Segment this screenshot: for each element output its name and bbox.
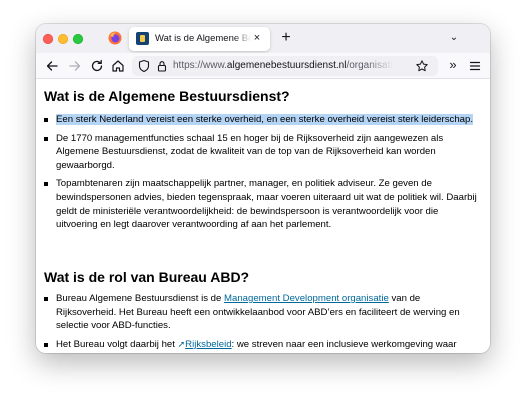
forward-icon[interactable] [67, 58, 83, 74]
list-item-text: Het Bureau volgt daarbij het [56, 338, 178, 350]
list-item: Het Bureau volgt daarbij het ➚Rijksbelei… [36, 338, 490, 353]
overflow-menu-button[interactable]: » [446, 57, 460, 73]
selected-text: Een sterk Nederland vereist een sterke o… [56, 114, 474, 125]
home-icon[interactable] [110, 58, 126, 74]
back-icon[interactable] [44, 58, 60, 74]
close-window-button[interactable] [43, 34, 53, 44]
list-item: Een sterk Nederland vereist een sterke o… [36, 113, 490, 127]
minimize-window-button[interactable] [58, 34, 68, 44]
rijksbeleid-link[interactable]: Rijksbeleid [185, 339, 231, 350]
shield-icon[interactable] [137, 59, 151, 73]
tab-strip: Wat is de Algemene Bestuursdienst × + ⌄ [36, 24, 490, 53]
url-bar[interactable]: https://www.algemenebestuursdienst.nl/or… [132, 56, 438, 76]
tab-active[interactable]: Wat is de Algemene Bestuursdienst × [129, 27, 270, 51]
url-text[interactable]: https://www.algemenebestuursdienst.nl/or… [173, 59, 393, 73]
zoom-window-button[interactable] [73, 34, 83, 44]
lock-icon[interactable] [155, 59, 169, 73]
firefox-icon[interactable] [108, 31, 122, 45]
star-icon[interactable] [415, 59, 429, 73]
list-item: Topambtenaren zijn maatschappelijk partn… [36, 177, 490, 231]
url-scheme: https://www. [173, 60, 227, 71]
list-item: Bureau Algemene Bestuursdienst is de Man… [36, 292, 490, 333]
tab-close-icon[interactable]: × [250, 31, 264, 45]
reload-icon[interactable] [89, 58, 105, 74]
page-content: Wat is de Algemene Bestuursdienst? Een s… [36, 79, 490, 353]
new-tab-button[interactable]: + [277, 29, 295, 47]
hamburger-menu-icon[interactable] [468, 59, 482, 73]
tab-title: Wat is de Algemene Bestuursdienst [155, 33, 251, 44]
navigation-toolbar: https://www.algemenebestuursdienst.nl/or… [36, 53, 490, 79]
url-path: /organisatie/algemene [346, 60, 393, 71]
bureau-bullet-list: Bureau Algemene Bestuursdienst is de Man… [36, 292, 490, 353]
management-development-link[interactable]: Management Development organisatie [224, 293, 389, 304]
section-heading: Wat is de rol van Bureau ABD? [44, 269, 250, 285]
site-favicon-icon [136, 32, 149, 45]
url-host: algemenebestuursdienst.nl [226, 60, 347, 71]
list-item: De 1770 managementfuncties schaal 15 en … [36, 132, 490, 173]
page-title: Wat is de Algemene Bestuursdienst? [44, 88, 290, 104]
list-item-text: Bureau Algemene Bestuursdienst is de [56, 293, 224, 304]
abd-bullet-list: Een sterk Nederland vereist een sterke o… [36, 113, 490, 232]
tab-list-chevron-down-icon[interactable]: ⌄ [447, 31, 461, 45]
browser-window: Wat is de Algemene Bestuursdienst × + ⌄ [36, 24, 490, 353]
